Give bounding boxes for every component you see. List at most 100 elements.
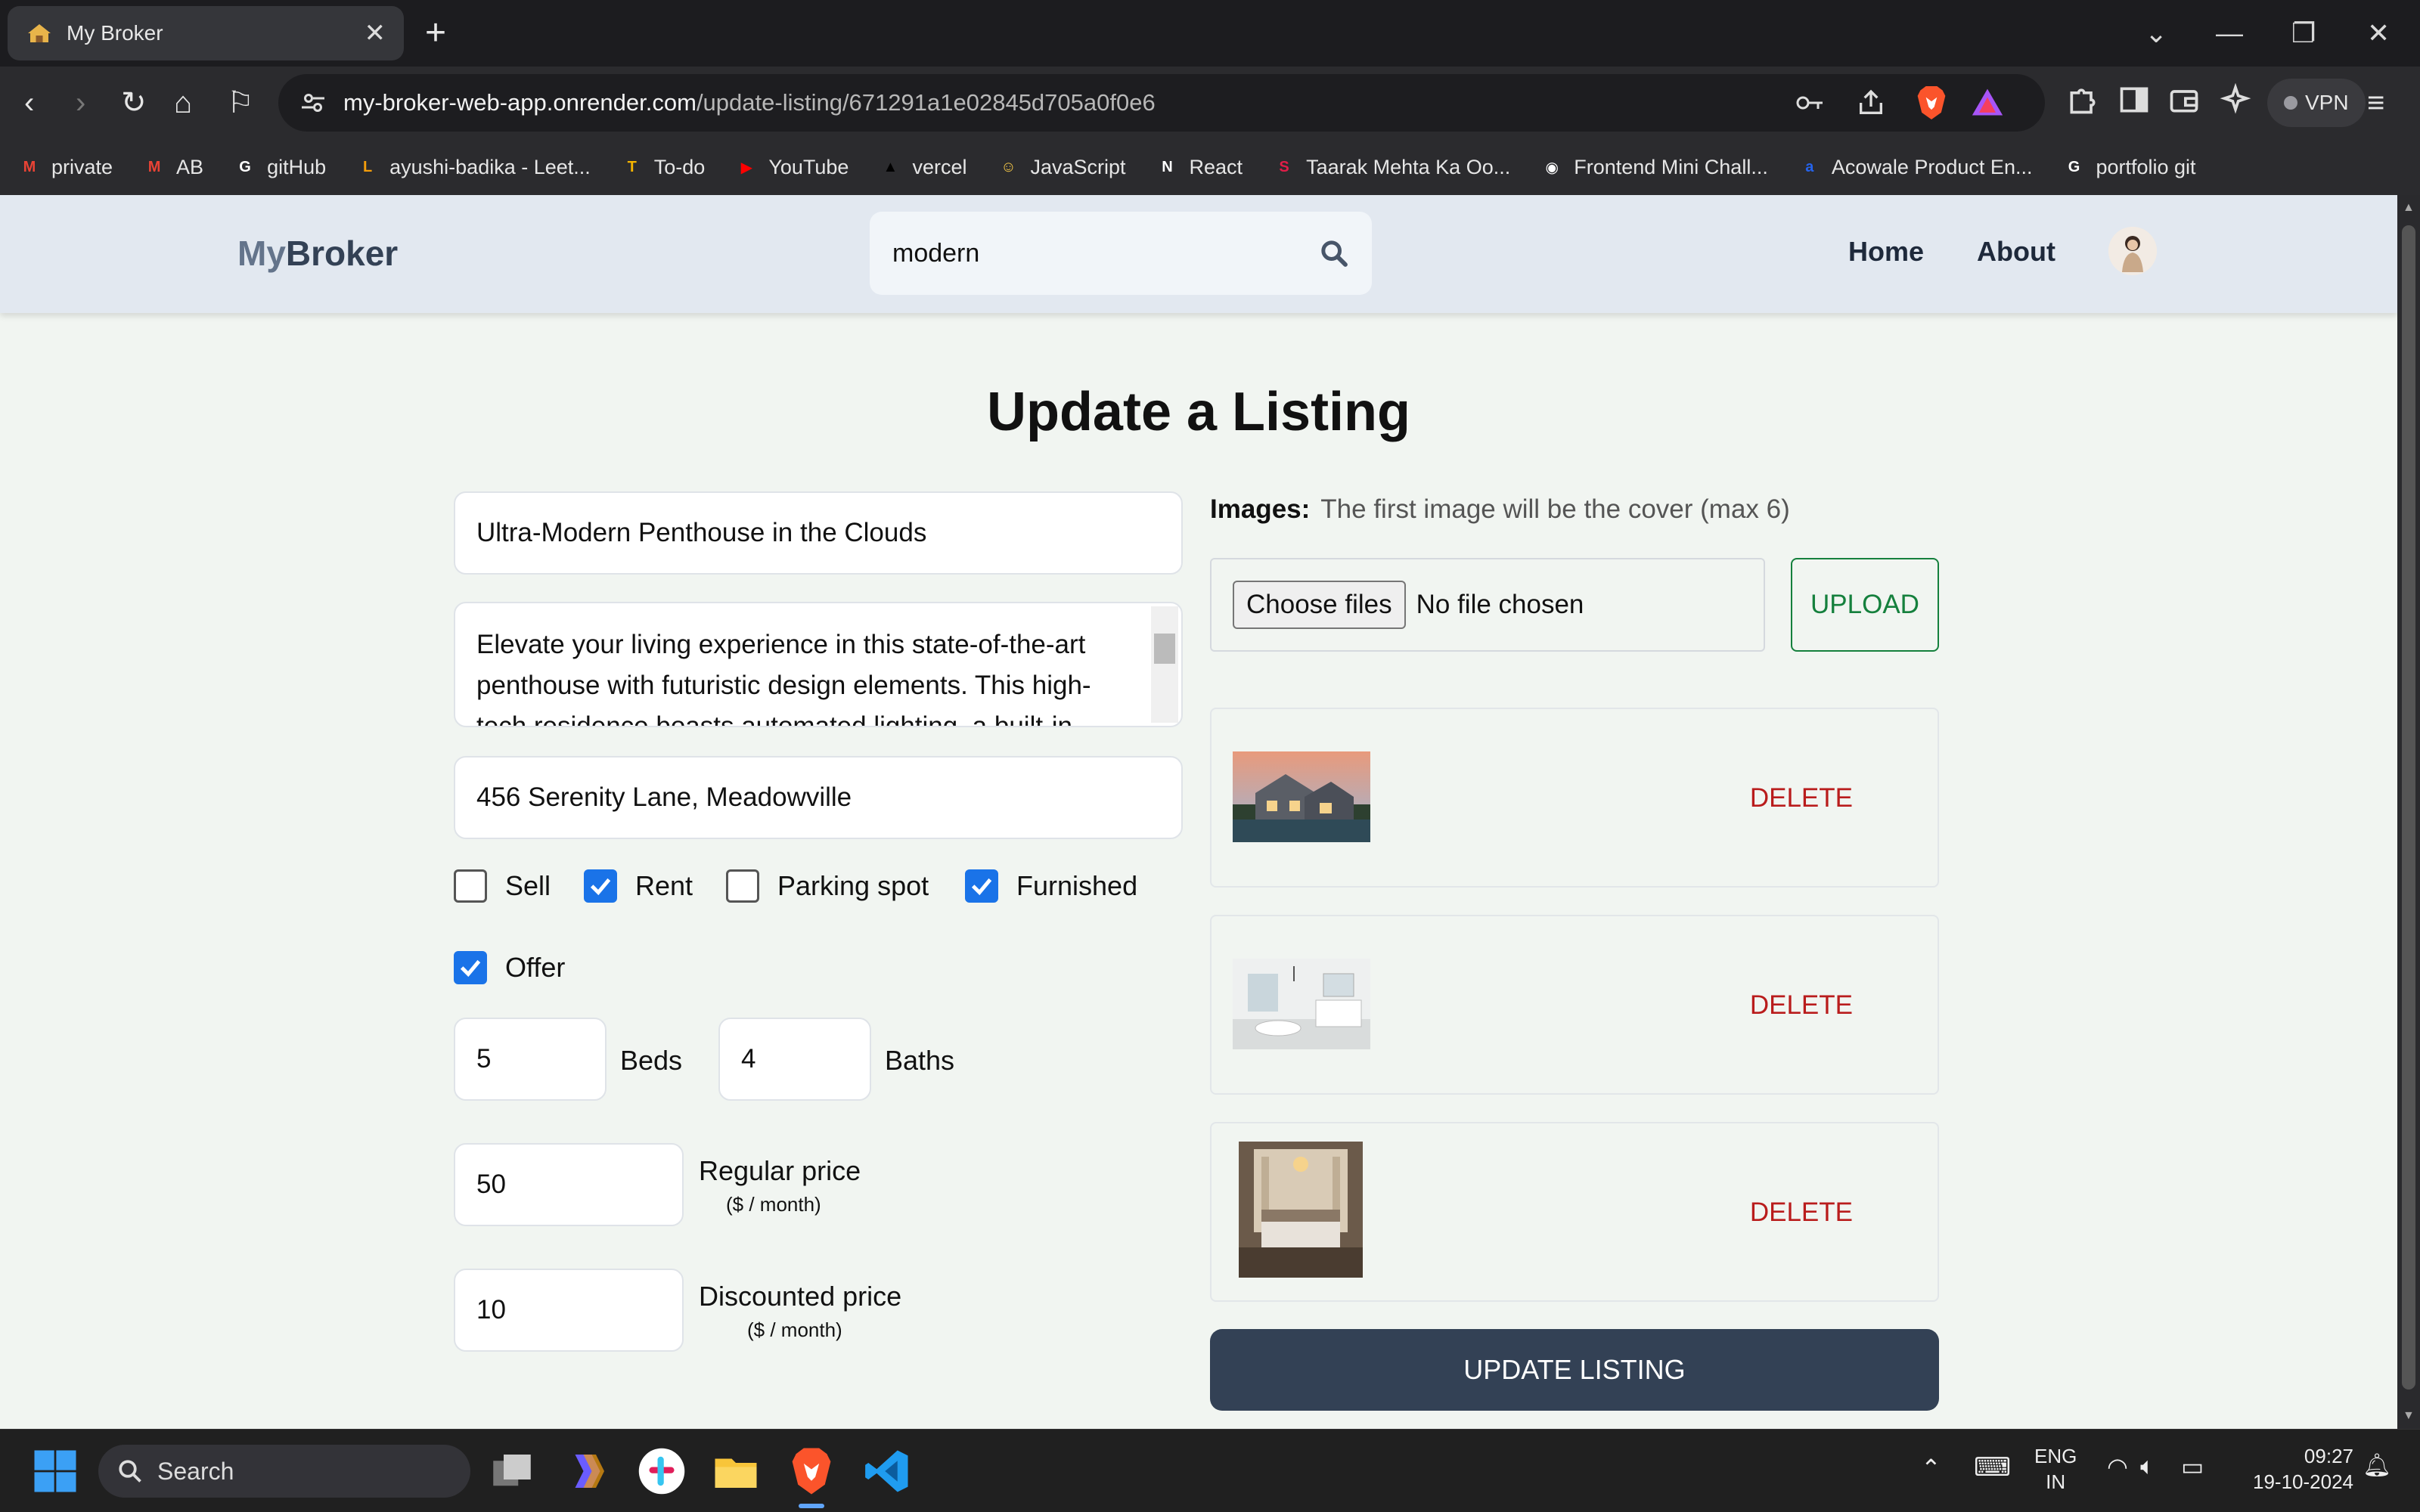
scroll-down-icon[interactable]: ▼ bbox=[2403, 1409, 2415, 1423]
search-icon[interactable] bbox=[1319, 238, 1349, 268]
baths-input[interactable]: 4 bbox=[718, 1018, 871, 1101]
close-window-button[interactable]: ✕ bbox=[2367, 11, 2390, 56]
nav-about-link[interactable]: About bbox=[1977, 236, 2055, 268]
sonyliv-icon: S bbox=[1279, 158, 1289, 175]
bookmark-item[interactable]: a Acowale Product En... bbox=[1797, 154, 2032, 180]
bookmark-item[interactable]: Layushi-badika - Leet... bbox=[355, 154, 591, 180]
bookmark-item[interactable]: S Taarak Mehta Ka Oo... bbox=[1271, 154, 1510, 180]
clock[interactable]: 09:27 19-10-2024 bbox=[2251, 1443, 2353, 1495]
checkbox-sell[interactable]: Sell bbox=[454, 869, 551, 903]
leo-ai-icon[interactable] bbox=[2219, 83, 2252, 116]
upload-button[interactable]: UPLOAD bbox=[1791, 558, 1939, 652]
task-view-icon[interactable] bbox=[487, 1446, 537, 1496]
home-icon[interactable]: ⌂ bbox=[174, 80, 192, 125]
vscode-icon[interactable] bbox=[862, 1446, 912, 1496]
delete-image-button[interactable]: DELETE bbox=[1750, 1198, 1853, 1228]
beds-input[interactable]: 5 bbox=[454, 1018, 607, 1101]
bookmark-item[interactable]: ☺ JavaScript bbox=[995, 154, 1125, 180]
keyboard-icon[interactable]: ⌨ bbox=[1974, 1452, 2011, 1483]
offer-checkbox-box[interactable] bbox=[454, 951, 487, 984]
textarea-scrollbar[interactable] bbox=[1151, 606, 1178, 723]
taskbar-search[interactable]: Search bbox=[98, 1445, 470, 1498]
reload-icon[interactable]: ↻ bbox=[121, 80, 147, 125]
bookmark-label: gitHub bbox=[267, 155, 327, 178]
notification-bell-icon[interactable]: 🔔︎ bbox=[2363, 1452, 2391, 1479]
tab-close-icon[interactable]: ✕ bbox=[365, 18, 386, 48]
listing-name-input[interactable]: Ultra-Modern Penthouse in the Clouds bbox=[454, 491, 1183, 575]
back-icon[interactable]: ‹ bbox=[24, 80, 34, 125]
copilot-icon[interactable] bbox=[563, 1446, 613, 1496]
battery-icon[interactable]: ▭ bbox=[2181, 1452, 2204, 1481]
site-settings-icon[interactable] bbox=[299, 89, 327, 116]
volume-icon[interactable]: 🔈︎ bbox=[2140, 1452, 2155, 1481]
rent-checkbox-box[interactable] bbox=[584, 869, 617, 903]
address-bar[interactable]: my-broker-web-app.onrender.com/update-li… bbox=[278, 74, 2045, 132]
forward-icon[interactable]: › bbox=[76, 80, 85, 125]
bookmark-item[interactable]: Gportfolio git bbox=[2061, 154, 2196, 180]
windows-start-icon[interactable] bbox=[30, 1446, 80, 1496]
delete-image-button[interactable]: DELETE bbox=[1750, 783, 1853, 813]
parking-checkbox-box[interactable] bbox=[726, 869, 759, 903]
search-input[interactable] bbox=[892, 238, 1319, 268]
images-label: Images: The first image will be the cover… bbox=[1210, 494, 1790, 525]
checkbox-furnished[interactable]: Furnished bbox=[965, 869, 1137, 903]
github-icon: G bbox=[239, 158, 251, 175]
checkbox-offer[interactable]: Offer bbox=[454, 951, 565, 984]
bookmark-item[interactable]: GgitHub bbox=[232, 154, 326, 180]
checkbox-rent[interactable]: Rent bbox=[584, 869, 693, 903]
bathroom-thumbnail bbox=[1233, 959, 1370, 1049]
bookmark-icon[interactable]: ⚐ bbox=[227, 80, 254, 125]
brave-rewards-icon[interactable] bbox=[1971, 86, 2004, 119]
new-tab-button[interactable]: + bbox=[425, 14, 446, 53]
page-scrollbar-thumb[interactable] bbox=[2402, 225, 2415, 1390]
checkbox-parking[interactable]: Parking spot bbox=[726, 869, 929, 903]
choose-files-button[interactable]: Choose files bbox=[1233, 581, 1406, 629]
bookmark-item[interactable]: N React bbox=[1155, 154, 1243, 180]
site-logo[interactable]: MyBroker bbox=[237, 233, 398, 274]
regular-price-input[interactable]: 50 bbox=[454, 1143, 684, 1226]
language-indicator[interactable]: ENG IN bbox=[2034, 1443, 2077, 1495]
password-key-icon[interactable] bbox=[1795, 91, 1826, 115]
bookmark-item[interactable]: Mprivate bbox=[17, 154, 113, 180]
share-icon[interactable] bbox=[1856, 88, 1886, 118]
brave-shields-icon[interactable] bbox=[1915, 85, 1948, 121]
update-listing-button[interactable]: UPDATE LISTING bbox=[1210, 1329, 1939, 1411]
wifi-icon[interactable]: ◠ bbox=[2107, 1452, 2128, 1481]
nav-home-link[interactable]: Home bbox=[1848, 236, 1924, 268]
bookmark-item[interactable]: ▲ vercel bbox=[877, 154, 967, 180]
url-domain: my-broker-web-app.onrender.com bbox=[343, 89, 697, 116]
file-explorer-icon[interactable] bbox=[711, 1446, 761, 1496]
bookmark-item[interactable]: ▶ YouTube bbox=[734, 154, 849, 180]
wallet-icon[interactable] bbox=[2167, 83, 2201, 116]
user-avatar[interactable] bbox=[2108, 227, 2157, 275]
minimize-button[interactable]: — bbox=[2216, 11, 2243, 56]
tray-overflow-icon[interactable]: ⌃ bbox=[1921, 1454, 1941, 1483]
page-scrollbar[interactable]: ▲ ▼ bbox=[2397, 195, 2420, 1429]
textarea-scrollbar-thumb[interactable] bbox=[1154, 634, 1175, 664]
image-row: DELETE bbox=[1210, 915, 1939, 1095]
furnished-checkbox-box[interactable] bbox=[965, 869, 998, 903]
site-header: MyBroker Home About bbox=[0, 195, 2397, 313]
browser-tab[interactable]: My Broker ✕ bbox=[8, 6, 404, 60]
discounted-price-input[interactable]: 10 bbox=[454, 1269, 684, 1352]
menu-hamburger-icon[interactable]: ≡ bbox=[2367, 80, 2384, 125]
bookmark-item[interactable]: ◉ Frontend Mini Chall... bbox=[1539, 154, 1767, 180]
regular-price-unit: ($ / month) bbox=[726, 1193, 821, 1216]
extensions-puzzle-icon[interactable] bbox=[2066, 83, 2099, 116]
delete-image-button[interactable]: DELETE bbox=[1750, 990, 1853, 1021]
slack-icon[interactable] bbox=[637, 1446, 687, 1496]
bookmark-item[interactable]: M AB bbox=[141, 154, 203, 180]
address-input[interactable]: 456 Serenity Lane, Meadowville bbox=[454, 756, 1183, 839]
scroll-up-icon[interactable]: ▲ bbox=[2403, 201, 2415, 215]
tab-search-chevron-icon[interactable]: ⌄ bbox=[2145, 11, 2167, 56]
description-textarea[interactable]: Elevate your living experience in this s… bbox=[454, 602, 1183, 727]
sell-checkbox-box[interactable] bbox=[454, 869, 487, 903]
sidebar-icon[interactable] bbox=[2118, 83, 2151, 116]
no-file-chosen-text: No file chosen bbox=[1416, 590, 1584, 619]
restore-button[interactable]: ❐ bbox=[2291, 11, 2316, 56]
brave-browser-icon[interactable] bbox=[786, 1446, 836, 1496]
file-input[interactable]: Choose files No file chosen bbox=[1210, 558, 1765, 652]
vpn-button[interactable]: VPN bbox=[2267, 79, 2366, 127]
bookmark-item[interactable]: T To-do bbox=[619, 154, 706, 180]
sell-label: Sell bbox=[505, 870, 551, 901]
